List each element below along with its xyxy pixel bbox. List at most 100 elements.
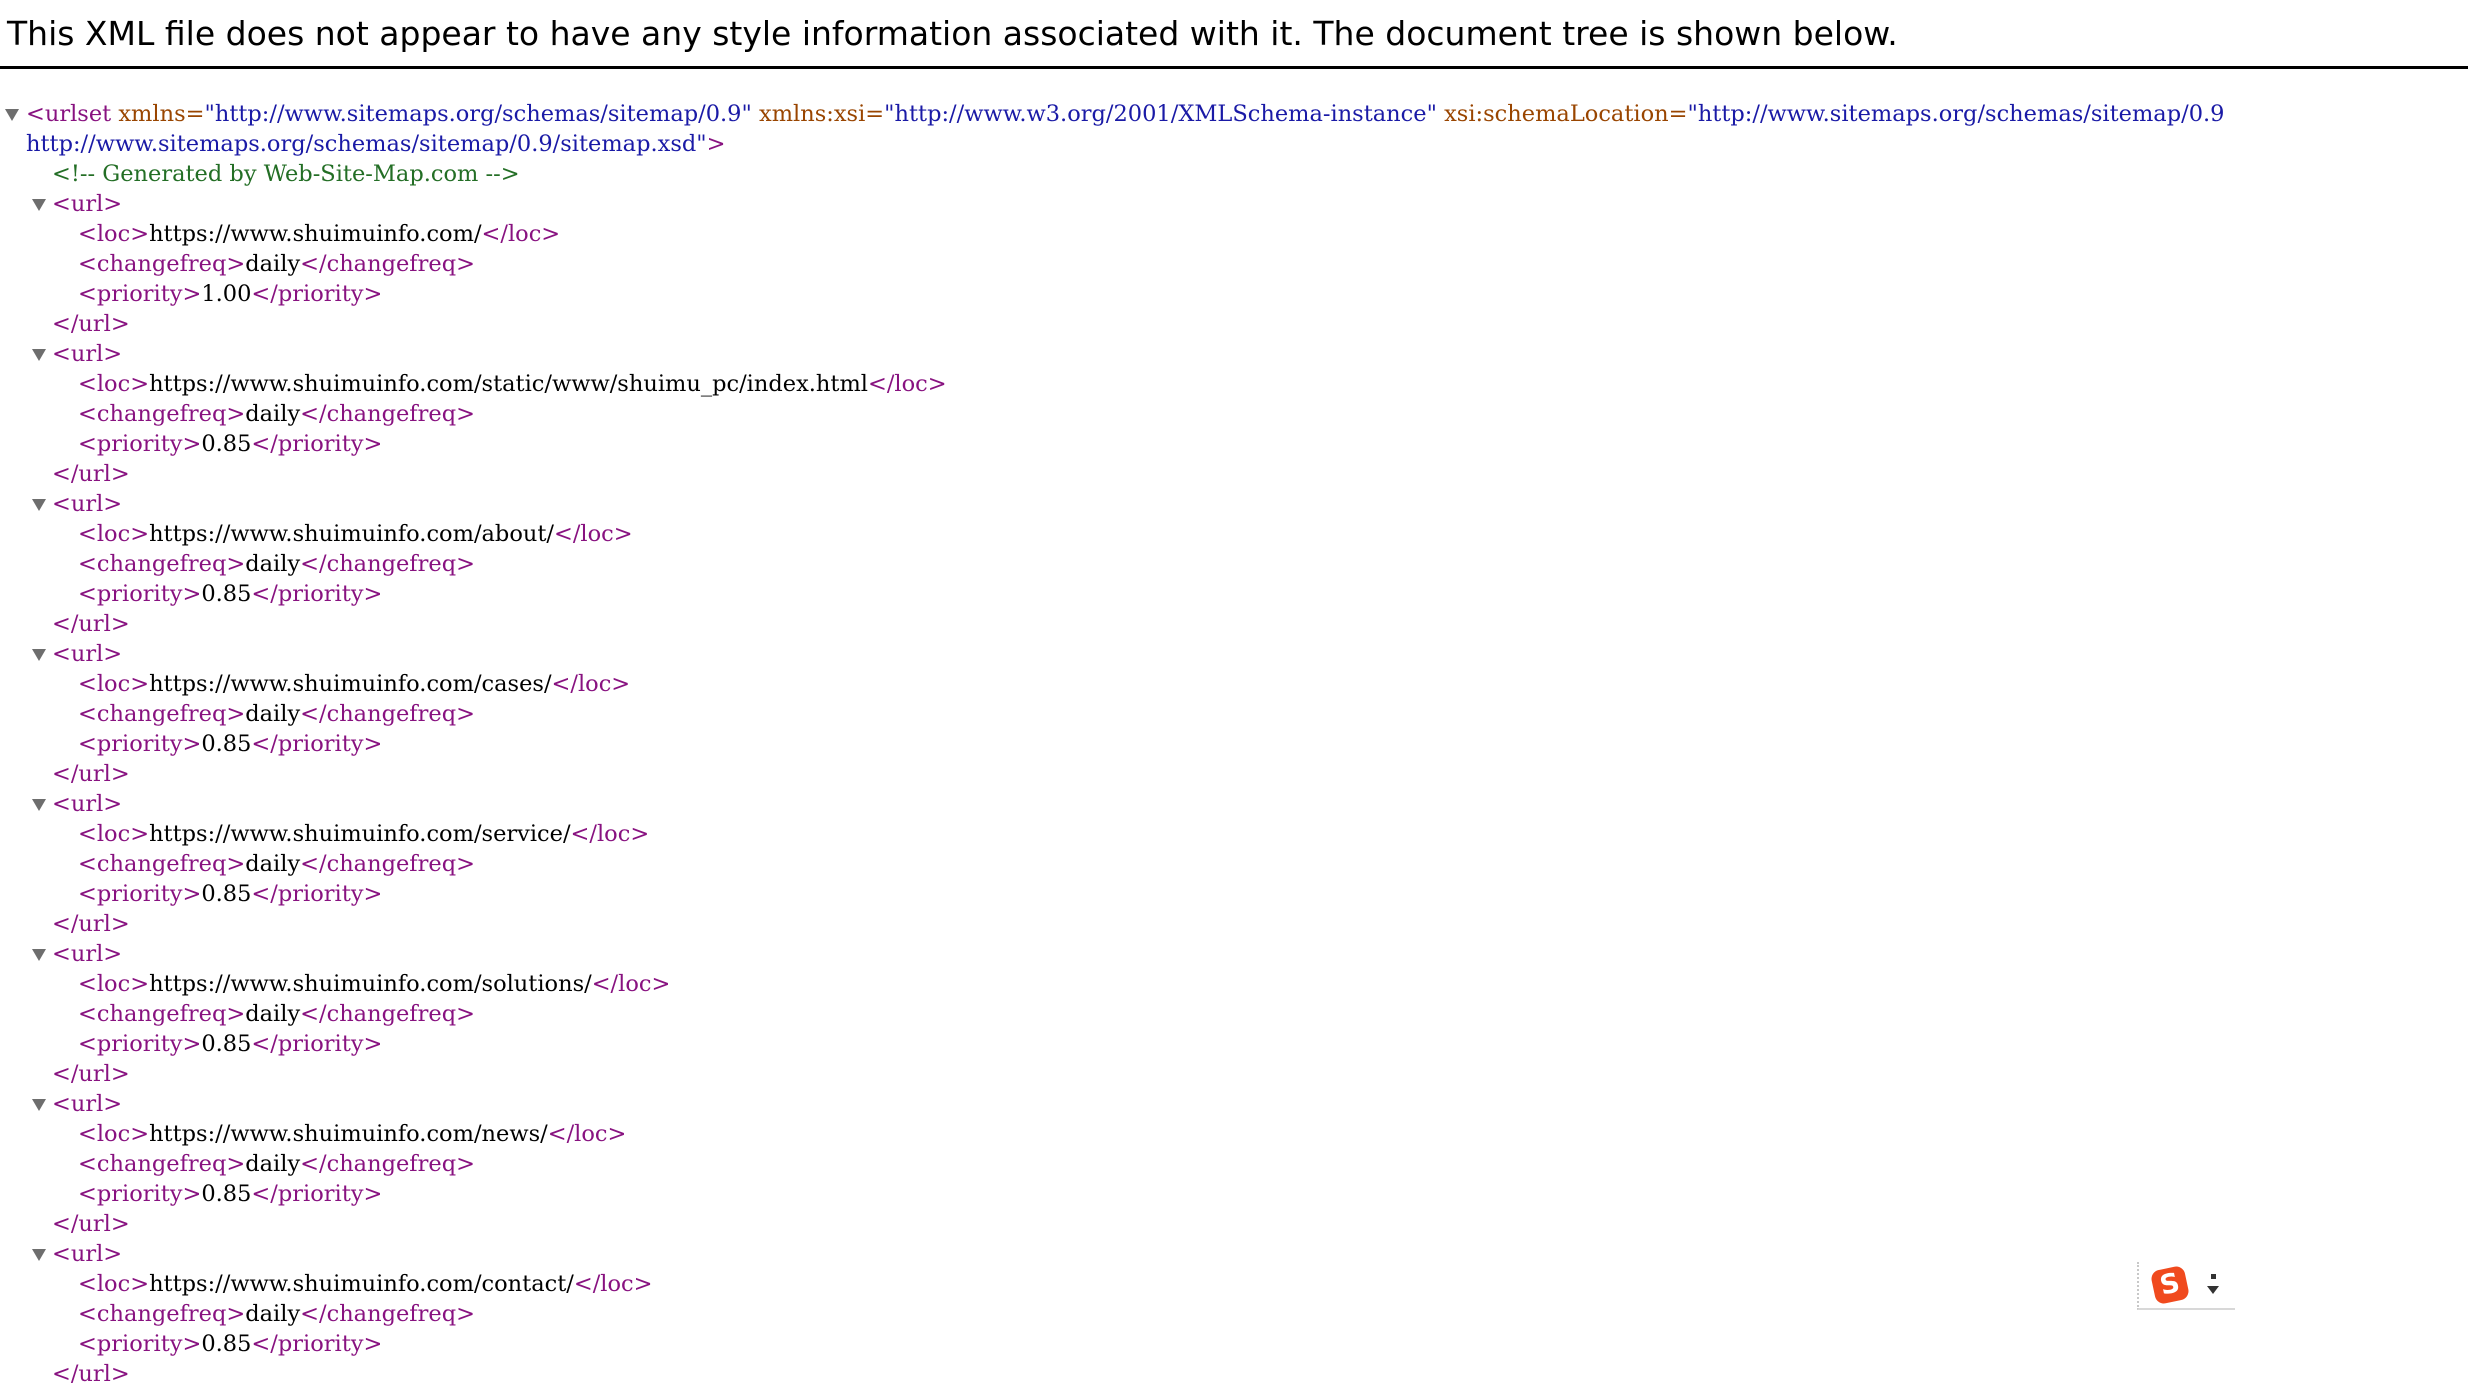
changefreq-value: daily [245,1151,301,1177]
loc-open-tag: <loc> [78,521,150,547]
urlset-open-line: <urlset xmlns="http://www.sitemaps.org/s… [0,99,2468,129]
collapse-arrow-icon[interactable] [32,1099,46,1111]
ime-menu-icon[interactable] [2207,1274,2219,1298]
collapse-arrow-icon[interactable] [32,949,46,961]
loc-open-tag: <loc> [78,1121,150,1147]
loc-close-tag: </loc> [547,1121,627,1147]
collapse-arrow-icon[interactable] [5,109,19,121]
collapse-arrow-icon[interactable] [32,1249,46,1261]
loc-line: <loc>https://www.shuimuinfo.com/service/… [0,819,2468,849]
sogou-ime-icon[interactable]: S [2149,1264,2191,1306]
chevron-down-icon [2207,1286,2219,1294]
changefreq-value: daily [245,1301,301,1327]
changefreq-value: daily [245,251,301,277]
url-entry: <url> <loc>https://www.shuimuinfo.com/sol… [0,939,2468,1089]
xml-document-tree: <urlset xmlns="http://www.sitemaps.org/s… [0,99,2468,1389]
priority-close-tag: </priority> [251,1181,383,1207]
loc-line: <loc>https://www.shuimuinfo.com/cases/</… [0,669,2468,699]
loc-value: https://www.shuimuinfo.com/ [149,221,482,247]
changefreq-open-tag: <changefreq> [78,1301,246,1327]
url-close-tag: </url> [52,1361,130,1387]
priority-line: <priority>0.85</priority> [0,729,2468,759]
loc-close-tag: </loc> [481,221,561,247]
changefreq-line: <changefreq>daily</changefreq> [0,699,2468,729]
xmlns-xsi-attr-value: "http://www.w3.org/2001/XMLSchema-instan… [884,101,1437,127]
xml-info-header: This XML file does not appear to have an… [0,0,2468,69]
url-open-tag: <url> [52,641,123,667]
changefreq-line: <changefreq>daily</changefreq> [0,999,2468,1029]
url-open-line: <url> [0,1239,2468,1269]
changefreq-close-tag: </changefreq> [300,401,475,427]
urlset-tag: <urlset [26,101,112,127]
url-close-tag: </url> [52,1211,130,1237]
xmlns-attr-name: xmlns= [118,101,205,127]
changefreq-value: daily [245,1001,301,1027]
changefreq-close-tag: </changefreq> [300,551,475,577]
changefreq-close-tag: </changefreq> [300,701,475,727]
url-close-line: </url> [0,1359,2468,1389]
loc-value: https://www.shuimuinfo.com/about/ [149,521,554,547]
loc-value: https://www.shuimuinfo.com/cases/ [149,671,552,697]
loc-open-tag: <loc> [78,1271,150,1297]
changefreq-value: daily [245,701,301,727]
priority-line: <priority>1.00</priority> [0,279,2468,309]
loc-line: <loc>https://www.shuimuinfo.com/</loc> [0,219,2468,249]
url-open-line: <url> [0,1089,2468,1119]
xmlns-xsi-attr-name: xmlns:xsi= [759,101,885,127]
url-open-tag: <url> [52,1091,123,1117]
loc-open-tag: <loc> [78,671,150,697]
url-entry: <url> <loc>https://www.shuimuinfo.com/abo… [0,489,2468,639]
ime-toolbar[interactable]: S [2137,1262,2235,1310]
collapse-arrow-icon[interactable] [32,799,46,811]
url-entry: <url> <loc>https://www.shuimuinfo.com/ser… [0,789,2468,939]
priority-line: <priority>0.85</priority> [0,1029,2468,1059]
loc-close-tag: </loc> [570,821,650,847]
priority-value: 0.85 [201,731,252,757]
changefreq-open-tag: <changefreq> [78,1001,246,1027]
changefreq-close-tag: </changefreq> [300,851,475,877]
collapse-arrow-icon[interactable] [32,199,46,211]
priority-value: 0.85 [201,1331,252,1357]
url-close-tag: </url> [52,911,130,937]
loc-open-tag: <loc> [78,821,150,847]
loc-close-tag: </loc> [868,371,947,397]
url-close-line: </url> [0,1209,2468,1239]
priority-open-tag: <priority> [78,731,202,757]
priority-line: <priority>0.85</priority> [0,1329,2468,1359]
changefreq-line: <changefreq>daily</changefreq> [0,549,2468,579]
url-open-tag: <url> [52,491,123,517]
url-open-line: <url> [0,789,2468,819]
changefreq-open-tag: <changefreq> [78,401,246,427]
loc-open-tag: <loc> [78,971,150,997]
changefreq-open-tag: <changefreq> [78,1151,246,1177]
loc-close-tag: </loc> [551,671,631,697]
collapse-arrow-icon[interactable] [32,649,46,661]
changefreq-open-tag: <changefreq> [78,551,246,577]
url-open-tag: <url> [52,191,123,217]
url-open-line: <url> [0,939,2468,969]
url-open-tag: <url> [52,791,123,817]
loc-line: <loc>https://www.shuimuinfo.com/contact/… [0,1269,2468,1299]
url-close-line: </url> [0,909,2468,939]
url-close-line: </url> [0,759,2468,789]
changefreq-value: daily [245,551,301,577]
changefreq-value: daily [245,401,301,427]
collapse-arrow-icon[interactable] [32,499,46,511]
url-close-tag: </url> [52,311,130,337]
loc-line: <loc>https://www.shuimuinfo.com/solution… [0,969,2468,999]
url-entry: <url> <loc>https://www.shuimuinfo.com/</l… [0,189,2468,339]
changefreq-value: daily [245,851,301,877]
url-close-tag: </url> [52,761,130,787]
priority-value: 0.85 [201,881,252,907]
priority-value: 0.85 [201,1181,252,1207]
collapse-arrow-icon[interactable] [32,349,46,361]
changefreq-close-tag: </changefreq> [300,1001,475,1027]
priority-open-tag: <priority> [78,281,202,307]
url-open-line: <url> [0,189,2468,219]
urlset-close-bracket: > [706,131,726,157]
changefreq-open-tag: <changefreq> [78,251,246,277]
url-close-line: </url> [0,609,2468,639]
loc-close-tag: </loc> [591,971,671,997]
url-close-line: </url> [0,459,2468,489]
xml-info-message: This XML file does not appear to have an… [7,14,1898,53]
